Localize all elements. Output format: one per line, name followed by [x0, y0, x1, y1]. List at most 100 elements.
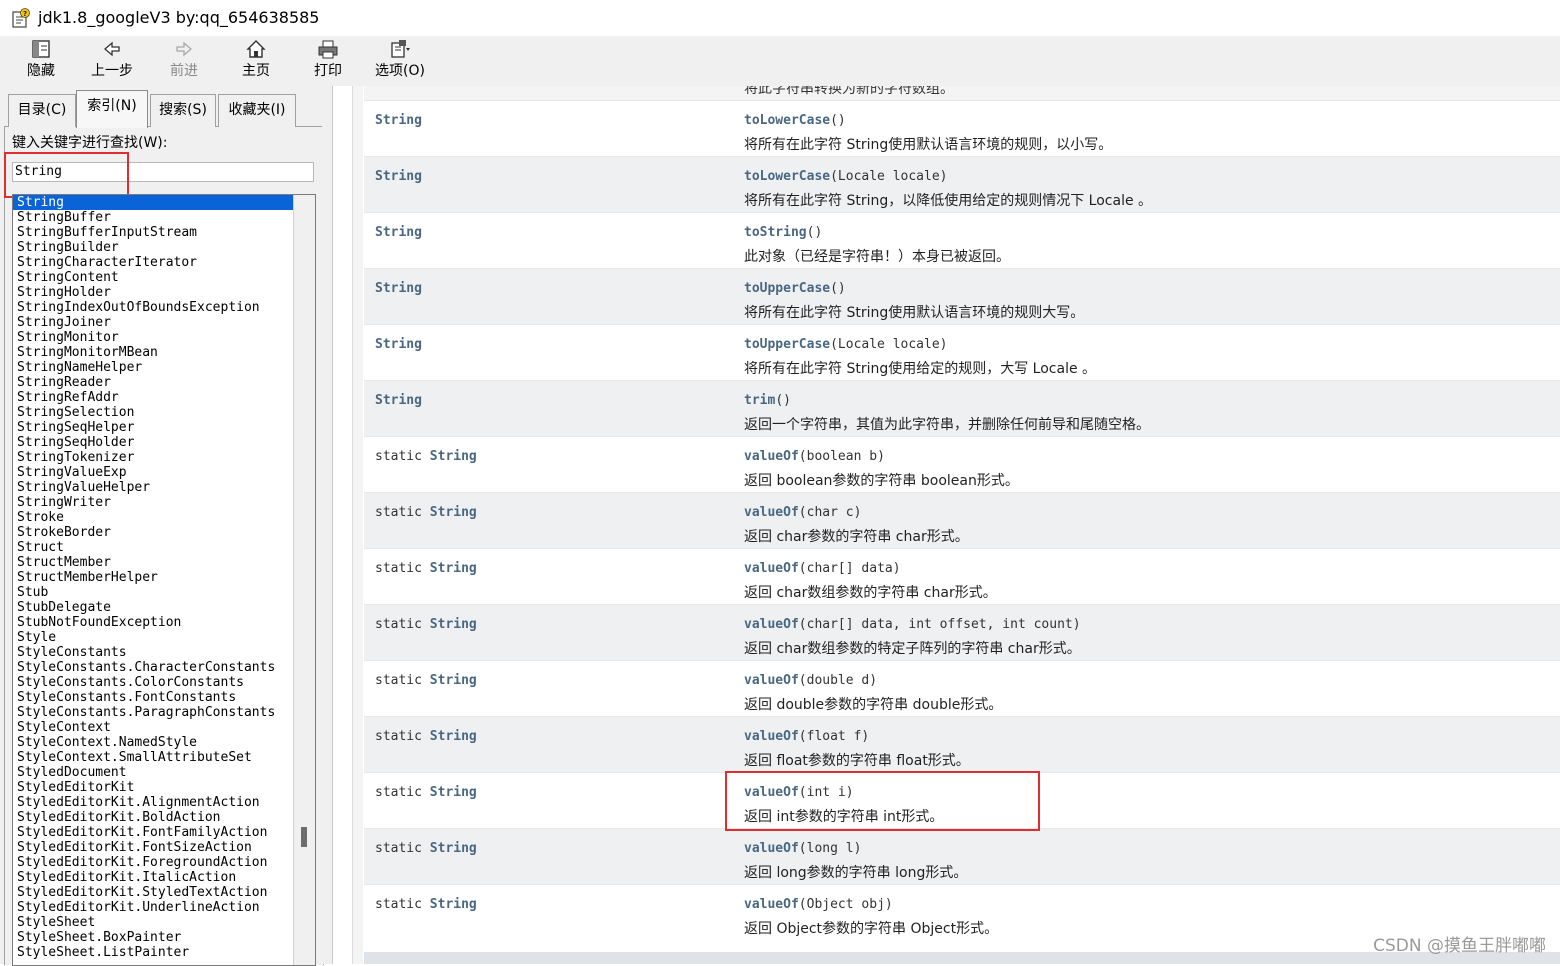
index-list-item[interactable]: Stub	[13, 585, 293, 600]
index-list-item[interactable]: StringBuilder	[13, 240, 293, 255]
return-type-link[interactable]: String	[430, 449, 477, 464]
index-list-item[interactable]: StyleConstants.FontConstants	[13, 690, 293, 705]
index-list-item[interactable]: StyleConstants.ColorConstants	[13, 675, 293, 690]
content-pane: 将此字符串转换为新的字符数组。 String toLowerCase() 将所有在此…	[332, 86, 1560, 964]
index-list-item[interactable]: StyleSheet.BoxPainter	[13, 930, 293, 945]
return-type: static String	[375, 561, 477, 576]
method-signature: valueOf(double d)	[744, 673, 877, 688]
index-list-item[interactable]: Stroke	[13, 510, 293, 525]
index-list-item[interactable]: StringCharacterIterator	[13, 255, 293, 270]
return-type-link[interactable]: String	[430, 673, 477, 688]
index-list-item[interactable]: StyledEditorKit.ItalicAction	[13, 870, 293, 885]
index-list-item[interactable]: StyleContext.NamedStyle	[13, 735, 293, 750]
hide-button[interactable]: 隐藏	[20, 38, 62, 84]
index-list-item[interactable]: StringWriter	[13, 495, 293, 510]
return-type-link[interactable]: String	[375, 225, 422, 240]
method-name-link[interactable]: valueOf	[744, 561, 799, 576]
return-type-link[interactable]: String	[375, 337, 422, 352]
return-type-link[interactable]: String	[430, 841, 477, 856]
index-list-item[interactable]: StructMember	[13, 555, 293, 570]
index-list-item[interactable]: StyledEditorKit.ForegroundAction	[13, 855, 293, 870]
index-list-item[interactable]: StyleSheet.ListPainter	[13, 945, 293, 960]
index-list-item[interactable]: StyledDocument	[13, 765, 293, 780]
index-list-item[interactable]: StyleConstants.CharacterConstants	[13, 660, 293, 675]
forward-button[interactable]: 前进	[162, 38, 206, 84]
method-name-link[interactable]: valueOf	[744, 841, 799, 856]
method-name-link[interactable]: valueOf	[744, 897, 799, 912]
index-list-item[interactable]: StringRefAddr	[13, 390, 293, 405]
index-list-item[interactable]: StringReader	[13, 375, 293, 390]
index-list-item[interactable]: StyledEditorKit.AlignmentAction	[13, 795, 293, 810]
index-list-item[interactable]: StyledEditorKit.StyledTextAction	[13, 885, 293, 900]
index-list-item[interactable]: StyleConstants	[13, 645, 293, 660]
index-list-item[interactable]: StyledEditorKit	[13, 780, 293, 795]
index-list-item[interactable]: StringSeqHolder	[13, 435, 293, 450]
method-name-link[interactable]: valueOf	[744, 505, 799, 520]
index-list-item[interactable]: StringValueHelper	[13, 480, 293, 495]
return-type-link[interactable]: String	[430, 617, 477, 632]
index-list-item[interactable]: StyleConstants.ParagraphConstants	[13, 705, 293, 720]
tab-index[interactable]: 索引(N)	[76, 90, 148, 128]
method-signature: valueOf(float f)	[744, 729, 869, 744]
return-type-link[interactable]: String	[430, 729, 477, 744]
tab-favorites[interactable]: 收藏夹(I)	[218, 94, 296, 127]
tab-contents[interactable]: 目录(C)	[8, 94, 76, 127]
index-list-item[interactable]: StringContent	[13, 270, 293, 285]
print-button[interactable]: 打印	[306, 38, 350, 84]
method-description: 返回 char数组参数的特定子阵列的字符串 char形式。	[744, 641, 1081, 657]
method-name-link[interactable]: toString	[744, 225, 807, 240]
return-type-link[interactable]: String	[375, 113, 422, 128]
index-list-item[interactable]: StyleSheet	[13, 915, 293, 930]
method-name-link[interactable]: valueOf	[744, 729, 799, 744]
options-button[interactable]: 选项(O)	[370, 38, 430, 84]
return-type-link[interactable]: String	[430, 505, 477, 520]
index-list-item[interactable]: StringJoiner	[13, 315, 293, 330]
index-list-item[interactable]: StyledEditorKit.FontSizeAction	[13, 840, 293, 855]
index-list-item[interactable]: StyleContext.SmallAttributeSet	[13, 750, 293, 765]
method-name-link[interactable]: toUpperCase	[744, 337, 830, 352]
index-list-item[interactable]: StyledEditorKit.FontFamilyAction	[13, 825, 293, 840]
index-list-item[interactable]: StubNotFoundException	[13, 615, 293, 630]
index-list-item[interactable]: StubDelegate	[13, 600, 293, 615]
return-type-link[interactable]: String	[375, 281, 422, 296]
return-type-link[interactable]: String	[430, 785, 477, 800]
index-list-item[interactable]: StyledEditorKit.BoldAction	[13, 810, 293, 825]
method-name-link[interactable]: valueOf	[744, 449, 799, 464]
index-list-item[interactable]: StrokeBorder	[13, 525, 293, 540]
method-params: (long l)	[798, 841, 862, 856]
index-list-item[interactable]: StringTokenizer	[13, 450, 293, 465]
return-type-link[interactable]: String	[375, 393, 422, 408]
tab-search[interactable]: 搜索(S)	[150, 94, 216, 127]
return-type-link[interactable]: String	[430, 897, 477, 912]
index-list-item[interactable]: StringMonitor	[13, 330, 293, 345]
index-list-item[interactable]: StringMonitorMBean	[13, 345, 293, 360]
back-button[interactable]: 上一步	[86, 38, 138, 84]
method-name-link[interactable]: valueOf	[744, 673, 799, 688]
method-name-link[interactable]: toUpperCase	[744, 281, 830, 296]
index-list-item[interactable]: StringBuffer	[13, 210, 293, 225]
method-name-link[interactable]: trim	[744, 393, 775, 408]
method-name-link[interactable]: toLowerCase	[744, 113, 830, 128]
index-scrollbar[interactable]	[293, 195, 315, 965]
return-type-link[interactable]: String	[430, 561, 477, 576]
return-type-link[interactable]: String	[375, 169, 422, 184]
index-list-item[interactable]: StringHolder	[13, 285, 293, 300]
index-list-item[interactable]: StyledEditorKit.UnderlineAction	[13, 900, 293, 915]
index-scrollbar-thumb[interactable]	[301, 827, 307, 847]
index-list-item[interactable]: String	[13, 195, 293, 210]
index-list-item[interactable]: Struct	[13, 540, 293, 555]
index-list-item[interactable]: StringValueExp	[13, 465, 293, 480]
index-list-item[interactable]: StyleContext	[13, 720, 293, 735]
index-list-item[interactable]: StringBufferInputStream	[13, 225, 293, 240]
method-name-link[interactable]: toLowerCase	[744, 169, 830, 184]
index-listbox[interactable]: String StringBuffer StringBufferInputStrea…	[12, 194, 316, 966]
home-button[interactable]: 主页	[234, 38, 278, 84]
index-list-item[interactable]: StringSeqHelper	[13, 420, 293, 435]
index-list-item[interactable]: StringIndexOutOfBoundsException	[13, 300, 293, 315]
index-list-item[interactable]: Style	[13, 630, 293, 645]
index-list-item[interactable]: StringSelection	[13, 405, 293, 420]
index-list-item[interactable]: StringNameHelper	[13, 360, 293, 375]
method-name-link[interactable]: valueOf	[744, 617, 799, 632]
index-list-item[interactable]: StructMemberHelper	[13, 570, 293, 585]
pane-splitter[interactable]	[322, 86, 332, 964]
